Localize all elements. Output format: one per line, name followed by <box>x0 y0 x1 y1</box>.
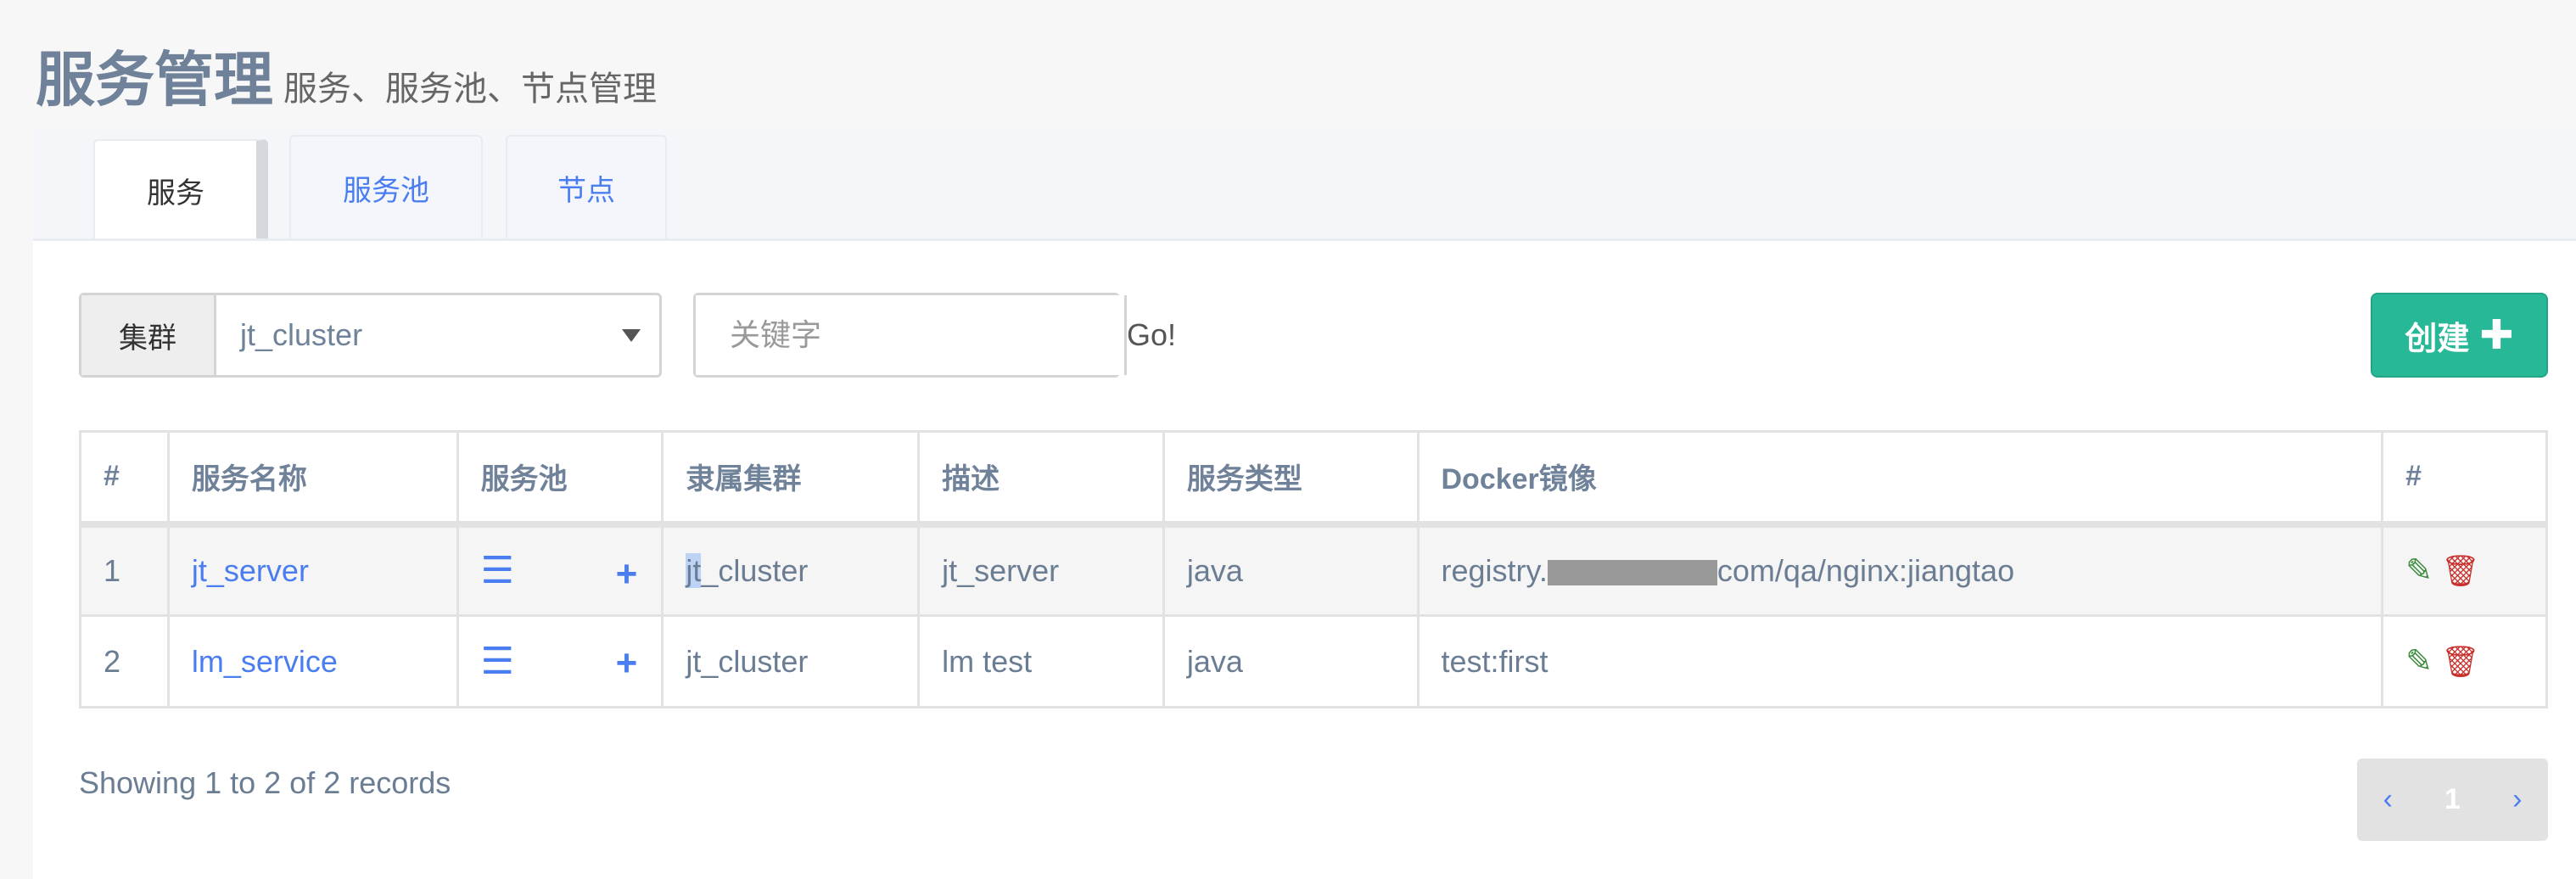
redacted-block <box>1547 560 1717 586</box>
col-service-name: 服务名称 <box>166 430 459 528</box>
table-header: # 服务名称 服务池 隶属集群 描述 服务类型 Docker镜像 # <box>79 430 2548 528</box>
cluster-cell: jt_cluster <box>661 523 921 617</box>
cluster-cell: jt_cluster <box>661 614 921 708</box>
prev-page-button[interactable]: ‹ <box>2383 783 2393 816</box>
description-cell: jt_server <box>917 523 1165 617</box>
image-cell: registry. com/qa/nginx:jiangtao <box>1416 523 2384 617</box>
type-cell: java <box>1162 523 1420 617</box>
go-button[interactable]: Go! <box>1124 295 1176 375</box>
col-actions: # <box>2381 430 2548 528</box>
col-index: # <box>79 430 170 528</box>
caret-down-icon <box>622 329 641 342</box>
cluster-select[interactable]: jt_cluster <box>216 295 659 375</box>
col-service-type: 服务类型 <box>1162 430 1420 528</box>
service-name-link[interactable]: lm_service <box>192 644 338 679</box>
cluster-select-group: 集群 jt_cluster <box>79 293 662 378</box>
next-page-button[interactable]: › <box>2512 783 2522 816</box>
row-index: 1 <box>79 523 170 617</box>
table-row: 2 lm_service ☰ + jt_cluster lm test java … <box>79 614 2548 708</box>
col-service-pool: 服务池 <box>456 430 664 528</box>
table-row: 1 jt_server ☰ + jt_cluster jt_server java… <box>79 523 2548 617</box>
keyword-input[interactable] <box>696 295 1124 375</box>
page-title: 服务管理 服务、服务池、节点管理 <box>36 47 657 113</box>
tab-nodes[interactable]: 节点 <box>506 135 667 239</box>
records-summary: Showing 1 to 2 of 2 records <box>79 765 451 800</box>
page-1-button[interactable]: 1 <box>2444 783 2461 816</box>
cluster-value: jt_cluster <box>240 317 363 352</box>
search-group: Go! <box>693 293 1176 378</box>
row-index: 2 <box>79 614 170 708</box>
trash-icon[interactable]: 🗑 <box>2441 644 2480 680</box>
plus-icon: ✚ <box>2479 313 2514 358</box>
image-cell: test:first <box>1416 614 2384 708</box>
add-pool-icon[interactable]: + <box>616 553 638 596</box>
add-pool-icon[interactable]: + <box>616 642 638 685</box>
col-description: 描述 <box>917 430 1165 528</box>
tab-services[interactable]: 服务 <box>93 139 268 239</box>
type-cell: java <box>1162 614 1420 708</box>
trash-icon[interactable]: 🗑 <box>2441 553 2480 589</box>
list-icon[interactable]: ☰ <box>481 640 514 683</box>
list-icon[interactable]: ☰ <box>481 549 514 592</box>
edit-icon[interactable]: ✎ <box>2405 642 2433 680</box>
cluster-label: 集群 <box>81 295 216 375</box>
create-button[interactable]: 创建 ✚ <box>2371 293 2548 378</box>
description-cell: lm test <box>917 614 1165 708</box>
page-subtitle: 服务、服务池、节点管理 <box>283 70 657 108</box>
service-name-link[interactable]: jt_server <box>192 553 309 588</box>
tab-service-pools[interactable]: 服务池 <box>289 135 483 239</box>
col-docker-image: Docker镜像 <box>1416 430 2384 528</box>
col-cluster: 隶属集群 <box>661 430 921 528</box>
edit-icon[interactable]: ✎ <box>2405 551 2433 590</box>
pagination: ‹ 1 › <box>2357 759 2548 841</box>
services-table: # 服务名称 服务池 隶属集群 描述 服务类型 Docker镜像 # 1 jt_… <box>79 430 2548 708</box>
